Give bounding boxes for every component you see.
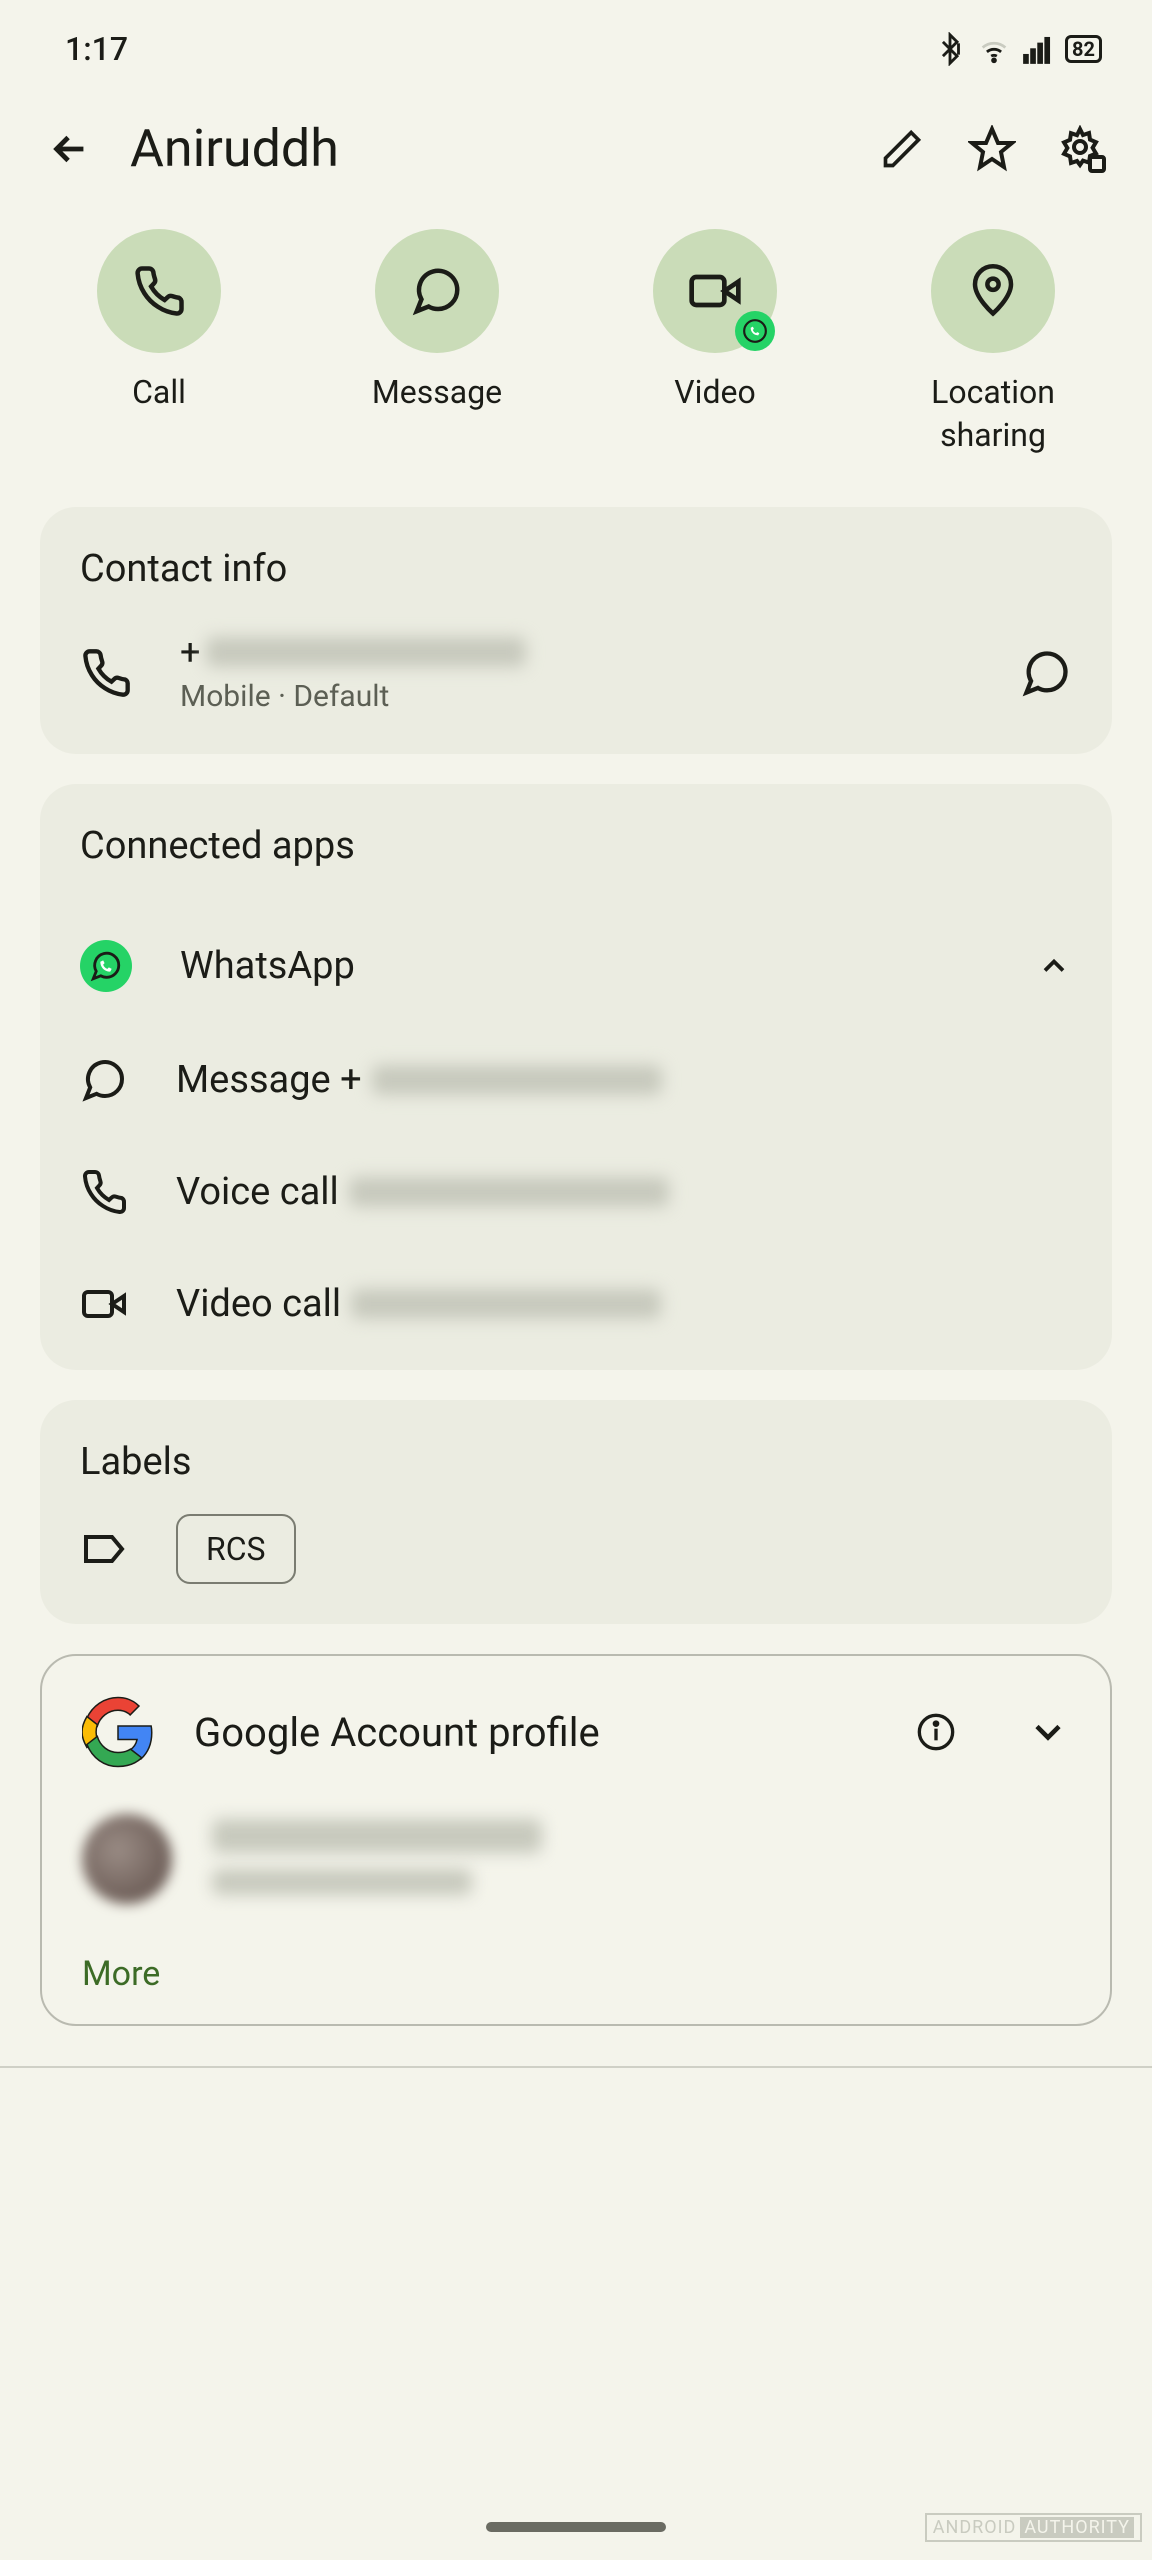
action-call-circle <box>97 229 221 353</box>
wifi-icon <box>977 32 1011 66</box>
connected-apps-title: Connected apps <box>80 824 1072 868</box>
contact-name: Aniruddh <box>130 118 842 179</box>
contact-info-card: Contact info + Mobile · Default <box>40 507 1112 754</box>
label-chip-rcs[interactable]: RCS <box>176 1514 296 1584</box>
quick-actions: Call Message Video Location sharing <box>0 199 1152 497</box>
action-message[interactable]: Message <box>337 229 537 457</box>
action-message-circle <box>375 229 499 353</box>
whatsapp-videocall-row[interactable]: Video call <box>80 1248 1072 1360</box>
pencil-icon <box>880 127 924 171</box>
status-time: 1:17 <box>65 30 128 68</box>
connected-apps-card: Connected apps WhatsApp Message + Voice … <box>40 784 1112 1370</box>
status-icons: 82 <box>933 32 1102 66</box>
phone-row[interactable]: + Mobile · Default <box>80 631 1072 714</box>
labels-card: Labels RCS <box>40 1400 1112 1624</box>
whatsapp-badge <box>735 311 775 351</box>
google-profile-card: Google Account profile More <box>40 1654 1112 2026</box>
whatsapp-icon <box>80 940 132 992</box>
status-bar: 1:17 82 <box>0 0 1152 78</box>
watermark: ANDROIDAUTHORITY <box>925 2513 1142 2542</box>
signal-icon <box>1021 32 1055 66</box>
action-video-circle <box>653 229 777 353</box>
label-icon <box>80 1525 128 1573</box>
action-call[interactable]: Call <box>59 229 259 457</box>
google-profile-title: Google Account profile <box>194 1709 876 1756</box>
gear-wrench-icon <box>1058 125 1106 173</box>
google-profile-subtitle <box>212 1869 472 1895</box>
chat-icon[interactable] <box>1020 647 1072 699</box>
whatsapp-icon <box>742 318 768 344</box>
action-message-label: Message <box>372 371 502 414</box>
settings-button[interactable] <box>1052 119 1112 179</box>
arrow-left-icon <box>47 126 93 172</box>
info-icon[interactable] <box>916 1712 956 1752</box>
phone-icon <box>80 1168 128 1216</box>
action-location-label: Location sharing <box>931 371 1055 457</box>
google-profile-name <box>212 1819 542 1853</box>
video-icon <box>80 1280 128 1328</box>
action-video-label: Video <box>674 371 755 414</box>
battery-icon: 82 <box>1065 35 1102 63</box>
star-icon <box>968 125 1016 173</box>
whatsapp-video-label: Video call <box>176 1282 341 1326</box>
chat-icon <box>80 1056 128 1104</box>
contact-header: Aniruddh <box>0 78 1152 199</box>
action-call-label: Call <box>132 371 186 414</box>
phone-number: + <box>180 631 972 673</box>
bluetooth-icon <box>933 32 967 66</box>
action-location[interactable]: Location sharing <box>893 229 1093 457</box>
whatsapp-voice-row[interactable]: Voice call <box>80 1136 1072 1248</box>
google-logo-icon <box>82 1696 154 1768</box>
whatsapp-label: WhatsApp <box>180 944 355 988</box>
action-video[interactable]: Video <box>615 229 815 457</box>
chat-icon <box>410 264 464 318</box>
labels-title: Labels <box>80 1440 1072 1484</box>
back-button[interactable] <box>40 119 100 179</box>
section-divider <box>0 2066 1152 2068</box>
phone-info: + Mobile · Default <box>180 631 972 714</box>
video-icon <box>687 263 743 319</box>
contact-info-title: Contact info <box>80 547 1072 591</box>
google-avatar <box>82 1814 172 1904</box>
location-icon <box>966 264 1020 318</box>
whatsapp-message-row[interactable]: Message + <box>80 1024 1072 1136</box>
whatsapp-row[interactable]: WhatsApp <box>80 908 1072 1024</box>
google-profile-body <box>82 1814 1070 1904</box>
phone-icon <box>132 264 186 318</box>
favorite-button[interactable] <box>962 119 1022 179</box>
phone-type: Mobile · Default <box>180 679 972 714</box>
action-location-circle <box>931 229 1055 353</box>
chevron-down-icon[interactable] <box>1026 1710 1070 1754</box>
google-more-link[interactable]: More <box>82 1954 1070 1994</box>
chevron-up-icon <box>1036 948 1072 984</box>
nav-handle[interactable] <box>486 2522 666 2532</box>
phone-icon <box>80 647 132 699</box>
edit-button[interactable] <box>872 119 932 179</box>
whatsapp-voice-label: Voice call <box>176 1170 339 1214</box>
whatsapp-message-label: Message + <box>176 1058 362 1102</box>
